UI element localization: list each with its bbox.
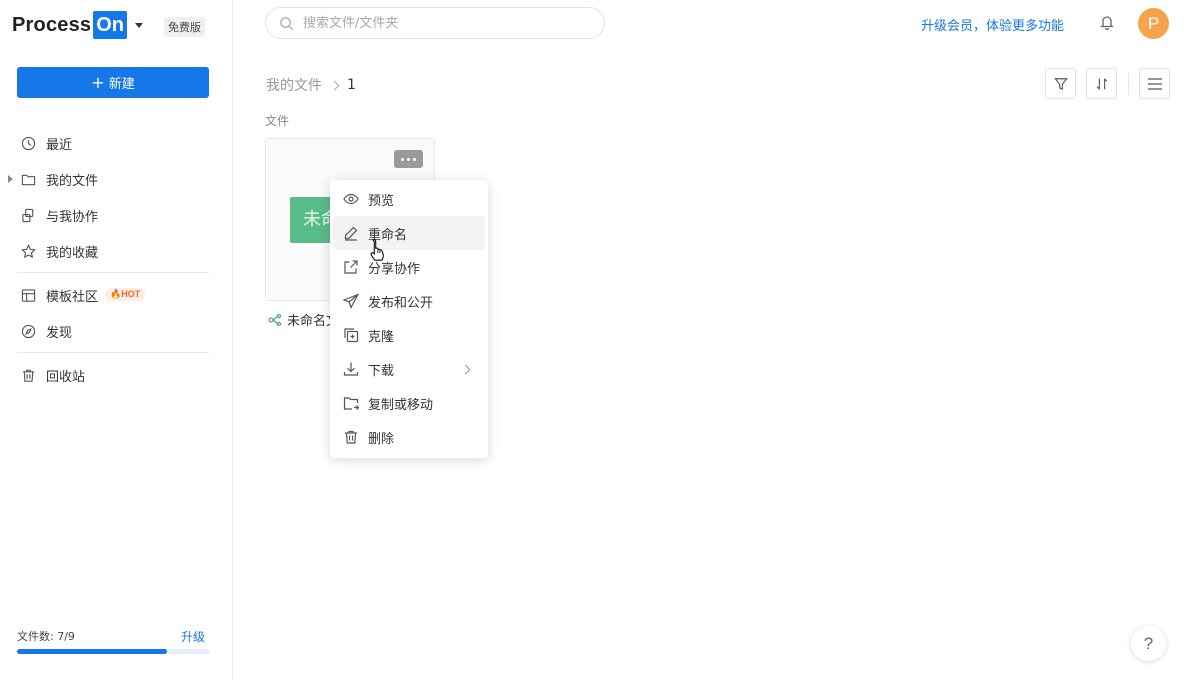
filter-button[interactable] xyxy=(1045,68,1076,99)
trash-icon xyxy=(22,369,35,382)
folder-icon xyxy=(21,174,36,185)
menu-item-share[interactable]: 分享协作 xyxy=(333,250,485,284)
sidebar-item-favorites[interactable]: 我的收藏 xyxy=(0,235,232,267)
sort-icon xyxy=(1096,77,1107,90)
edit-icon xyxy=(344,226,358,241)
eye-icon xyxy=(343,193,359,205)
dot xyxy=(407,157,410,161)
expand-arrow-icon[interactable] xyxy=(8,175,13,183)
sidebar-item-my-files[interactable]: 我的文件 xyxy=(0,163,232,195)
filter-icon xyxy=(1053,77,1068,90)
sidebar-item-trash[interactable]: 回收站 xyxy=(0,359,232,391)
logo[interactable]: Process On xyxy=(12,11,144,39)
caret-down-icon[interactable] xyxy=(135,22,144,28)
sidebar-item-label: 我的文件 xyxy=(46,173,99,189)
menu-item-label: 预览 xyxy=(368,193,395,209)
download-icon xyxy=(343,362,359,376)
sidebar-item-label: 模板社区 xyxy=(46,289,99,305)
file-count-label: 文件数: 7/9 xyxy=(17,630,75,643)
toolbar-divider xyxy=(1128,73,1129,95)
breadcrumb-root[interactable]: 我的文件 xyxy=(266,75,322,95)
sort-button[interactable] xyxy=(1086,68,1117,99)
move-icon xyxy=(343,397,359,410)
menu-item-label: 复制或移动 xyxy=(368,397,434,413)
search-input[interactable] xyxy=(303,14,593,32)
sidebar-item-label: 发现 xyxy=(46,325,73,341)
context-menu: 预览 重命名 分享协作 发布和公开 克隆 下载 复制或移动 删除 xyxy=(330,180,488,458)
star-icon xyxy=(21,243,36,258)
help-button[interactable]: ? xyxy=(1131,626,1166,661)
file-quota-progress xyxy=(17,649,210,654)
more-options-button[interactable] xyxy=(394,150,423,168)
menu-item-label: 下载 xyxy=(368,363,395,379)
menu-item-publish[interactable]: 发布和公开 xyxy=(333,284,485,318)
file-quota-progress-fill xyxy=(17,649,168,654)
chevron-right-icon xyxy=(460,364,471,374)
template-icon xyxy=(21,288,36,302)
quota-upgrade-link[interactable]: 升级 xyxy=(181,628,205,645)
sidebar-item-label: 与我协作 xyxy=(46,209,99,225)
chevron-right-icon xyxy=(329,80,340,90)
menu-item-download[interactable]: 下载 xyxy=(333,352,485,386)
list-icon xyxy=(1147,77,1162,90)
clone-icon xyxy=(344,328,359,343)
plan-badge: 免费版 xyxy=(164,17,205,37)
section-label-files: 文件 xyxy=(265,114,290,128)
divider xyxy=(17,352,209,353)
bell-icon[interactable] xyxy=(1099,14,1115,30)
new-button-label: 新建 xyxy=(108,77,135,92)
file-name[interactable]: 未命名文 xyxy=(268,310,339,329)
list-view-button[interactable] xyxy=(1139,68,1170,99)
menu-item-label: 删除 xyxy=(368,431,395,447)
sidebar: Process On 免费版 + 新建 最近 我的文件 与我协作 我的收藏 模板… xyxy=(0,0,233,680)
mindmap-icon xyxy=(268,313,282,326)
menu-item-rename[interactable]: 重命名 xyxy=(333,216,485,250)
breadcrumb: 我的文件 1 xyxy=(266,75,356,95)
logo-text: Process xyxy=(12,13,92,36)
menu-item-delete[interactable]: 删除 xyxy=(333,420,485,454)
dot xyxy=(413,157,416,161)
new-button[interactable]: + 新建 xyxy=(17,67,209,98)
dot xyxy=(401,157,404,161)
sidebar-item-collaborate[interactable]: 与我协作 xyxy=(0,199,232,231)
logo-highlight: On xyxy=(93,11,128,39)
send-icon xyxy=(343,293,359,309)
clock-icon xyxy=(21,136,36,150)
compass-icon xyxy=(21,324,36,338)
sidebar-item-label: 我的收藏 xyxy=(46,245,99,261)
menu-item-preview[interactable]: 预览 xyxy=(333,182,485,216)
upgrade-membership-link[interactable]: 升级会员，体验更多功能 xyxy=(921,15,1064,34)
menu-item-copy-move[interactable]: 复制或移动 xyxy=(333,386,485,420)
trash-icon xyxy=(345,430,357,444)
menu-item-clone[interactable]: 克隆 xyxy=(333,318,485,352)
hot-badge: 🔥HOT xyxy=(105,288,146,301)
menu-item-label: 克隆 xyxy=(368,329,395,345)
sidebar-item-label: 最近 xyxy=(46,137,73,153)
search-box[interactable] xyxy=(265,7,605,39)
search-icon xyxy=(280,17,294,31)
divider xyxy=(17,272,209,273)
hand-cursor-icon xyxy=(370,238,384,261)
avatar[interactable]: P xyxy=(1138,8,1169,39)
share-icon xyxy=(344,260,358,274)
sidebar-item-discover[interactable]: 发现 xyxy=(0,315,232,347)
menu-item-label: 发布和公开 xyxy=(368,295,434,311)
sidebar-item-templates[interactable]: 模板社区 🔥HOT xyxy=(0,279,232,311)
breadcrumb-current: 1 xyxy=(347,77,356,93)
plus-icon: + xyxy=(91,72,105,92)
sidebar-item-recent[interactable]: 最近 xyxy=(0,127,232,159)
collaborate-icon xyxy=(22,208,34,222)
sidebar-item-label: 回收站 xyxy=(46,369,86,385)
